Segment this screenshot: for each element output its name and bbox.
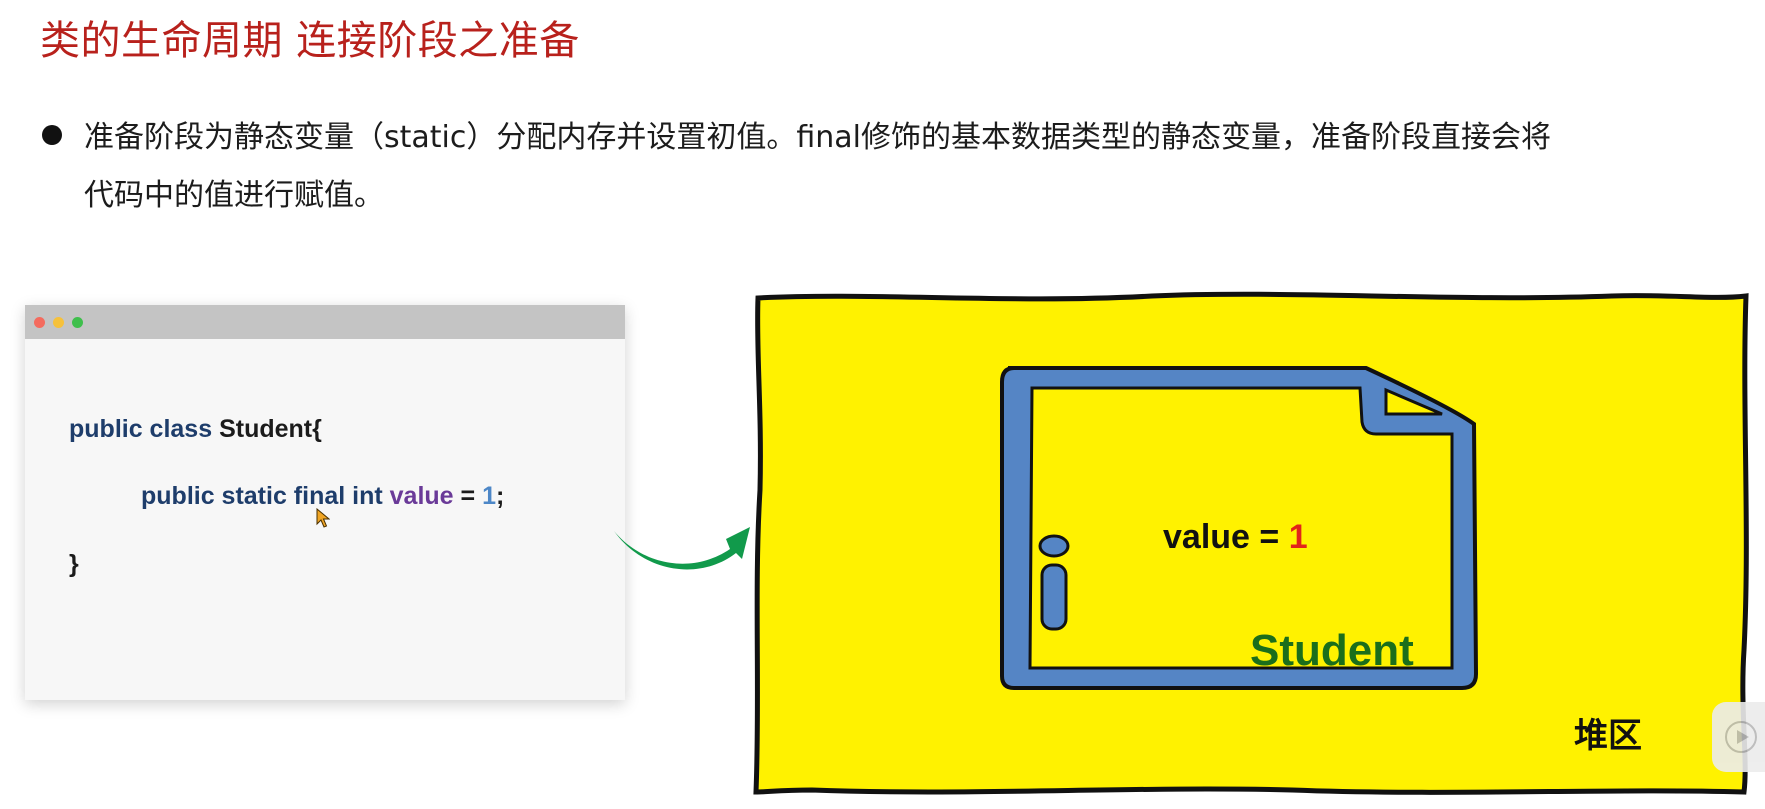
field-value-number: 1	[1288, 518, 1308, 556]
play-icon	[1725, 721, 1757, 753]
bullet-dot	[42, 125, 62, 145]
window-minimize-dot	[53, 317, 64, 328]
code-line-closing-brace: }	[69, 550, 79, 578]
curved-arrow-right-icon	[614, 527, 750, 570]
info-icon	[1038, 534, 1070, 631]
heap-area-label: 堆区	[1574, 716, 1642, 756]
mouse-cursor-icon	[316, 508, 330, 528]
code-operator: =	[453, 482, 483, 510]
window-maximize-dot	[72, 317, 83, 328]
code-keyword: public static final int	[141, 482, 390, 510]
bullet-text-line-1: 准备阶段为静态变量（static）分配内存并设置初值。final修饰的基本数据类…	[84, 120, 1551, 155]
code-line-class-declaration: public class Student{	[69, 415, 322, 444]
field-value-label: value = 1	[1163, 518, 1308, 557]
code-class-name: Student{	[219, 415, 322, 443]
code-window: public class Student{ public static fina…	[25, 305, 625, 700]
player-play-button[interactable]	[1712, 702, 1765, 772]
code-variable: value	[389, 482, 454, 510]
code-line-field-declaration: public static final int value = 1;	[141, 482, 504, 511]
heap-area: value = 1 Student 堆区	[752, 290, 1752, 798]
page-title: 类的生命周期 连接阶段之准备	[40, 18, 580, 64]
field-value-text: value =	[1163, 518, 1289, 556]
window-close-dot	[34, 317, 45, 328]
bullet-text-line-2: 代码中的值进行赋值。	[84, 178, 384, 213]
code-keyword: public class	[69, 415, 220, 443]
code-number: 1	[482, 482, 496, 510]
class-name-label: Student	[1250, 626, 1414, 675]
code-semicolon: ;	[495, 482, 505, 510]
window-title-bar	[25, 305, 625, 339]
